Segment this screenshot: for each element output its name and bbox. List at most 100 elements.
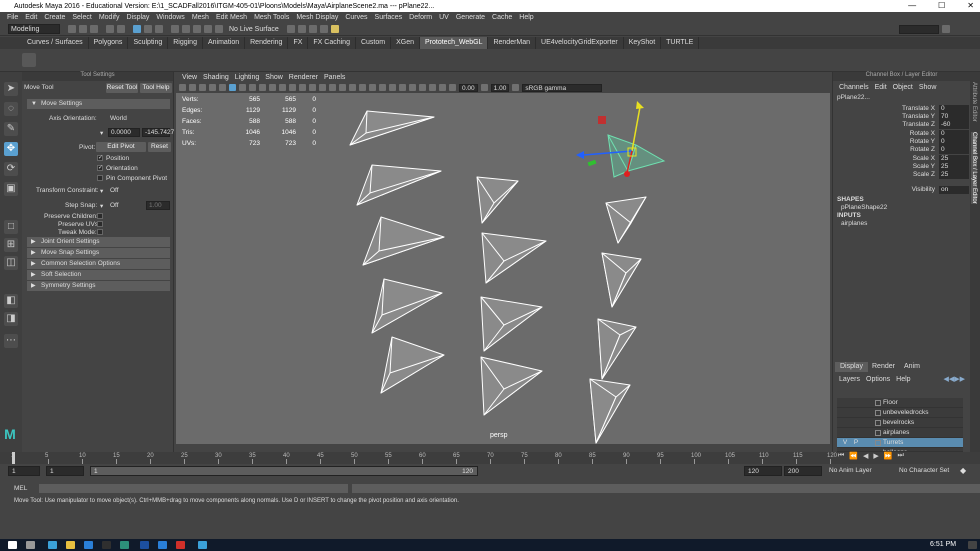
layout-graph-icon[interactable]: ◨: [4, 312, 18, 326]
step-back-icon[interactable]: ⏪: [849, 452, 858, 460]
attr-value[interactable]: 0: [939, 138, 969, 146]
layer-tab-anim[interactable]: Anim: [899, 362, 925, 372]
app-icon[interactable]: [176, 541, 185, 549]
sign-in-icon[interactable]: [942, 25, 950, 33]
reset-tool-button[interactable]: Reset Tool: [106, 83, 138, 93]
undo-icon[interactable]: [106, 25, 114, 33]
menu-edit-mesh[interactable]: Edit Mesh: [216, 14, 247, 21]
gamma-field[interactable]: 1.00: [490, 83, 510, 92]
go-end-icon[interactable]: ⏭: [898, 452, 904, 460]
snap-surface-icon[interactable]: [215, 25, 223, 33]
hypershade-icon[interactable]: [330, 25, 339, 33]
rotate-tool-icon[interactable]: ⟳: [4, 162, 18, 176]
shelf-tab-keyshot[interactable]: KeyShot: [624, 37, 662, 49]
paper-airplane[interactable]: [601, 252, 642, 308]
layer-menu-help[interactable]: Help: [896, 376, 910, 383]
attr-row[interactable]: Rotate Z 0: [833, 146, 969, 154]
viewport-menu-panels[interactable]: Panels: [324, 74, 345, 81]
menu-mesh-display[interactable]: Mesh Display: [296, 14, 338, 21]
viewport-menu-lighting[interactable]: Lighting: [235, 74, 260, 81]
layer-color-swatch[interactable]: [875, 430, 881, 436]
viewport-menu-shading[interactable]: Shading: [203, 74, 229, 81]
select-component-icon[interactable]: [155, 25, 163, 33]
redo-icon[interactable]: [117, 25, 125, 33]
mode-selector[interactable]: Modeling: [8, 24, 60, 34]
current-time-marker[interactable]: [12, 452, 15, 464]
paper-airplane[interactable]: [349, 110, 435, 146]
shadows-icon[interactable]: [359, 84, 366, 91]
open-scene-icon[interactable]: [79, 25, 87, 33]
channel-menu-object[interactable]: Object: [893, 84, 913, 91]
section-common-selection[interactable]: ▶ Common Selection Options: [27, 259, 170, 269]
layout-single-icon[interactable]: □: [4, 220, 18, 234]
paper-airplane[interactable]: [476, 176, 519, 224]
2d-pan-icon[interactable]: [219, 84, 226, 91]
dropdown-arrow-icon[interactable]: ▾: [100, 129, 103, 137]
menu-display[interactable]: Display: [126, 14, 149, 21]
render-frame-icon[interactable]: [297, 25, 306, 33]
edit-pivot-button[interactable]: Edit Pivot: [96, 142, 146, 152]
color-management-icon[interactable]: [512, 84, 520, 91]
step-forward-icon[interactable]: ⏩: [884, 452, 893, 460]
attr-value[interactable]: 0: [939, 130, 969, 138]
menu-help[interactable]: Help: [519, 14, 533, 21]
attr-row[interactable]: Translate Y 70: [833, 113, 969, 121]
select-hierarchy-icon[interactable]: [133, 25, 141, 33]
store-icon[interactable]: [84, 541, 93, 549]
paper-airplane[interactable]: [480, 356, 543, 416]
resolution-gate-icon[interactable]: [249, 84, 256, 91]
scene-geometry[interactable]: [176, 93, 830, 444]
dropdown-arrow-icon[interactable]: ▾: [100, 202, 103, 210]
clock[interactable]: 6:51 PM: [930, 541, 956, 548]
range-start-field[interactable]: 1: [46, 466, 84, 476]
render-settings-icon[interactable]: [319, 25, 328, 33]
default-material-icon[interactable]: [319, 84, 326, 91]
time-slider[interactable]: 1510152025303540455055606570758085909510…: [0, 452, 980, 464]
play-back-icon[interactable]: ◀: [863, 452, 868, 460]
menu-select[interactable]: Select: [72, 14, 91, 21]
play-forward-icon[interactable]: ▶: [873, 452, 878, 460]
notifications-icon[interactable]: [968, 541, 977, 549]
photoshop-icon[interactable]: [140, 541, 149, 549]
layout-four-icon[interactable]: ⊞: [4, 238, 18, 252]
position-checkbox[interactable]: ✓: [97, 155, 103, 161]
layout-outliner-icon[interactable]: ◧: [4, 294, 18, 308]
channel-menu-edit[interactable]: Edit: [875, 84, 887, 91]
layer-row-floor[interactable]: Floor: [837, 398, 963, 408]
shelf-tab-rendering[interactable]: Rendering: [245, 37, 289, 49]
isolate-select-icon[interactable]: [409, 84, 416, 91]
menu-generate[interactable]: Generate: [456, 14, 485, 21]
viewport-menu-view[interactable]: View: [182, 74, 197, 81]
anim-layer-dropdown[interactable]: No Anim Layer: [826, 466, 882, 476]
layer-color-swatch[interactable]: [875, 400, 881, 406]
layer-row-airplanes[interactable]: airplanes: [837, 428, 963, 438]
layer-color-swatch[interactable]: [875, 440, 881, 446]
snap-grid-icon[interactable]: [171, 25, 179, 33]
menu-create[interactable]: Create: [44, 14, 65, 21]
exposure-field[interactable]: 0.00: [459, 83, 478, 92]
mel-label[interactable]: MEL: [14, 485, 27, 492]
range-end-field[interactable]: 120: [744, 466, 782, 476]
shelf-tab-fx[interactable]: FX: [288, 37, 309, 49]
wireframe-on-shaded-icon[interactable]: [329, 84, 336, 91]
layer-color-swatch[interactable]: [875, 420, 881, 426]
snap-curve-icon[interactable]: [182, 25, 190, 33]
paper-airplane[interactable]: [605, 196, 647, 244]
layout-two-icon[interactable]: ◫: [4, 256, 18, 270]
channel-menu-channels[interactable]: Channels: [839, 84, 869, 91]
orientation-checkbox[interactable]: ✓: [97, 165, 103, 171]
lasso-tool-icon[interactable]: ◌: [4, 102, 18, 116]
paint-select-icon[interactable]: ✎: [4, 122, 18, 136]
section-joint-orient[interactable]: ▶ Joint Orient Settings: [27, 237, 170, 247]
menu-file[interactable]: File: [7, 14, 18, 21]
attr-value[interactable]: 25: [939, 155, 969, 163]
attr-row[interactable]: Rotate Y 0: [833, 138, 969, 146]
attr-value[interactable]: on: [939, 186, 969, 194]
channel-menu-show[interactable]: Show: [919, 84, 937, 91]
layer-playback[interactable]: P: [852, 438, 860, 448]
menu-modify[interactable]: Modify: [99, 14, 120, 21]
preserve-uvs-checkbox[interactable]: [97, 221, 103, 227]
field-chart-icon[interactable]: [269, 84, 276, 91]
paper-airplane[interactable]: [481, 232, 547, 284]
minimize-button[interactable]: —: [908, 1, 916, 10]
